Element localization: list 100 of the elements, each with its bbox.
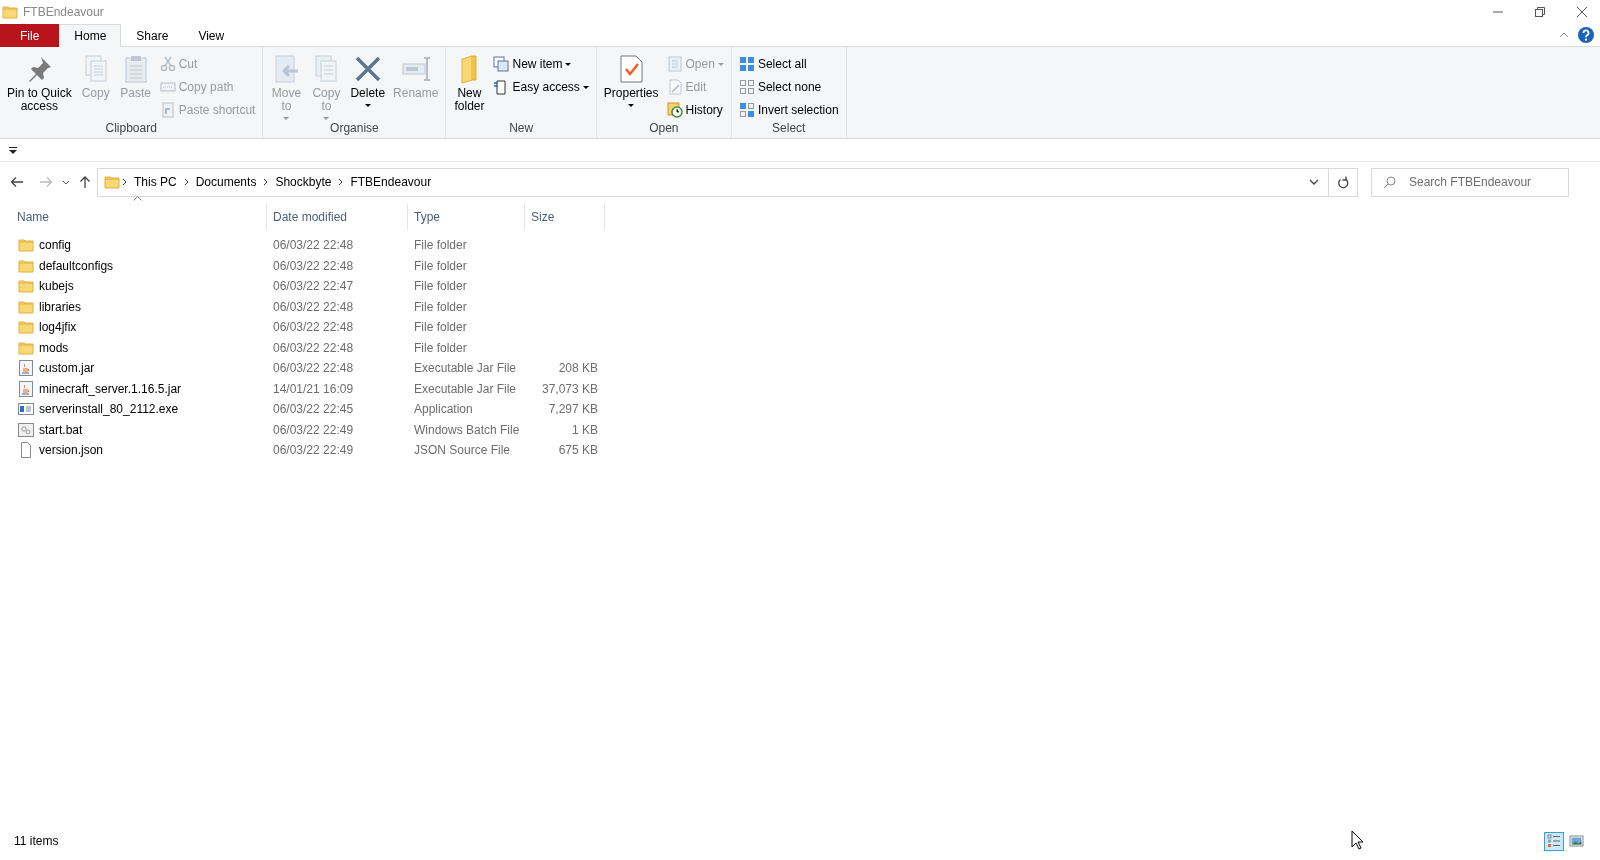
date-modified: 06/03/22 22:45: [273, 402, 354, 417]
breadcrumb[interactable]: Shockbyte: [270, 175, 337, 189]
ribbon-button[interactable]: Invert selection: [735, 100, 842, 120]
recent-locations-icon[interactable]: [62, 179, 70, 185]
file-menu-tab[interactable]: File: [0, 24, 60, 47]
address-bar[interactable]: This PC Documents Shockbyte FTBEndeavour: [97, 167, 1329, 197]
ribbon-button[interactable]: History: [663, 100, 727, 120]
search-icon: [1383, 175, 1396, 189]
file-type: File folder: [414, 340, 467, 355]
date-modified: 06/03/22 22:49: [273, 422, 354, 437]
folder-icon: [18, 237, 34, 254]
file-name[interactable]: libraries: [39, 299, 81, 314]
date-modified: 06/03/22 22:47: [273, 279, 354, 294]
date-modified: 06/03/22 22:48: [273, 299, 354, 314]
file-type: File folder: [414, 299, 467, 314]
java-file-icon: [18, 360, 34, 377]
file-name[interactable]: custom.jar: [39, 361, 95, 376]
open-icon: [666, 56, 683, 72]
folder-icon: [18, 298, 34, 315]
folder-icon: [104, 174, 120, 190]
collapse-ribbon-icon[interactable]: [1559, 32, 1569, 38]
column-header[interactable]: Type: [408, 204, 525, 230]
date-modified: 06/03/22 22:48: [273, 238, 354, 253]
ribbon-button[interactable]: Select none: [735, 77, 842, 97]
ribbon-tab[interactable]: Share: [121, 24, 184, 47]
item-count: 11 items: [14, 834, 59, 848]
ribbon-button[interactable]: New folder: [450, 50, 489, 113]
refresh-button[interactable]: [1329, 167, 1358, 197]
ribbon-button[interactable]: Pin to Quick access: [4, 50, 75, 113]
ribbon-tab[interactable]: View: [183, 24, 240, 47]
ribbon-button[interactable]: Delete: [347, 50, 389, 107]
refresh-icon: [1337, 175, 1349, 189]
breadcrumb[interactable]: This PC: [129, 175, 182, 189]
details-view-button[interactable]: [1544, 831, 1564, 851]
new-item-icon: [493, 56, 510, 72]
breadcrumb[interactable]: FTBEndeavour: [345, 175, 437, 189]
ribbon-tab[interactable]: Home: [59, 24, 122, 47]
file-name[interactable]: version.json: [39, 443, 104, 458]
file-size: 7,297 KB: [548, 402, 598, 417]
column-header[interactable]: Date modified: [267, 204, 408, 230]
folder-icon: [18, 319, 34, 336]
file-name[interactable]: minecraft_server.1.16.5.jar: [39, 381, 182, 396]
chevron-right-icon[interactable]: [122, 178, 127, 186]
folder-icon: [18, 339, 34, 356]
address-dropdown-icon[interactable]: [1309, 179, 1319, 185]
select-none-icon: [738, 79, 755, 95]
search-field[interactable]: Search FTBEndeavour: [1371, 167, 1569, 197]
date-modified: 06/03/22 22:48: [273, 361, 354, 376]
file-type: File folder: [414, 238, 467, 253]
up-icon[interactable]: [79, 175, 91, 189]
file-name[interactable]: start.bat: [39, 422, 83, 437]
picture-icon: [1568, 834, 1584, 848]
group-label: New: [509, 121, 534, 135]
group-label: Select: [772, 121, 806, 135]
file-name[interactable]: config: [39, 238, 72, 253]
date-modified: 14/01/21 16:09: [273, 381, 354, 396]
batch-file-icon: [18, 421, 34, 438]
window-title: FTBEndeavour: [23, 5, 105, 19]
close-icon[interactable]: [1576, 6, 1588, 18]
file-name[interactable]: serverinstall_80_2112.exe: [39, 402, 179, 417]
file-type: JSON Source File: [414, 443, 511, 458]
document-icon: [18, 442, 34, 459]
select-all-icon: [738, 56, 755, 72]
file-type: Executable Jar File: [414, 381, 517, 396]
file-size: 1 KB: [572, 422, 598, 437]
group-label: Organise: [330, 121, 379, 135]
folder-icon: [18, 257, 34, 274]
history-icon: [666, 102, 683, 118]
ribbon-button[interactable]: Select all: [735, 54, 842, 74]
group-label: Clipboard: [105, 121, 157, 135]
customize-toolbar-icon[interactable]: [9, 146, 17, 154]
path-icon: [159, 79, 176, 95]
file-type: Windows Batch File: [414, 422, 520, 437]
folder-icon: [2, 4, 18, 20]
restore-icon[interactable]: [1534, 6, 1546, 18]
ribbon-button[interactable]: Properties: [600, 50, 662, 107]
file-name[interactable]: log4jfix: [39, 320, 77, 335]
edit-icon: [666, 79, 683, 95]
date-modified: 06/03/22 22:48: [273, 320, 354, 335]
ribbon-button[interactable]: New item: [490, 54, 592, 74]
file-type: File folder: [414, 320, 467, 335]
list-icon: [1546, 834, 1562, 848]
chevron-right-icon[interactable]: [263, 178, 269, 186]
chevron-right-icon[interactable]: [183, 178, 189, 186]
file-type: Executable Jar File: [414, 361, 517, 376]
back-icon[interactable]: [10, 176, 24, 188]
file-name[interactable]: defaultconfigs: [39, 258, 114, 273]
help-icon[interactable]: [1578, 27, 1594, 43]
file-name[interactable]: kubejs: [39, 279, 74, 294]
file-size: 675 KB: [558, 443, 598, 458]
application-icon: [18, 401, 34, 418]
mouse-pointer-icon: [1351, 830, 1364, 850]
breadcrumb[interactable]: Documents: [190, 175, 262, 189]
file-type: Application: [414, 402, 473, 417]
column-header[interactable]: Name: [16, 204, 267, 230]
file-name[interactable]: mods: [39, 340, 69, 355]
chevron-right-icon[interactable]: [338, 178, 344, 186]
column-header[interactable]: Size: [525, 204, 605, 230]
ribbon-button[interactable]: Easy access: [490, 77, 592, 97]
file-size: 37,073 KB: [541, 381, 598, 396]
